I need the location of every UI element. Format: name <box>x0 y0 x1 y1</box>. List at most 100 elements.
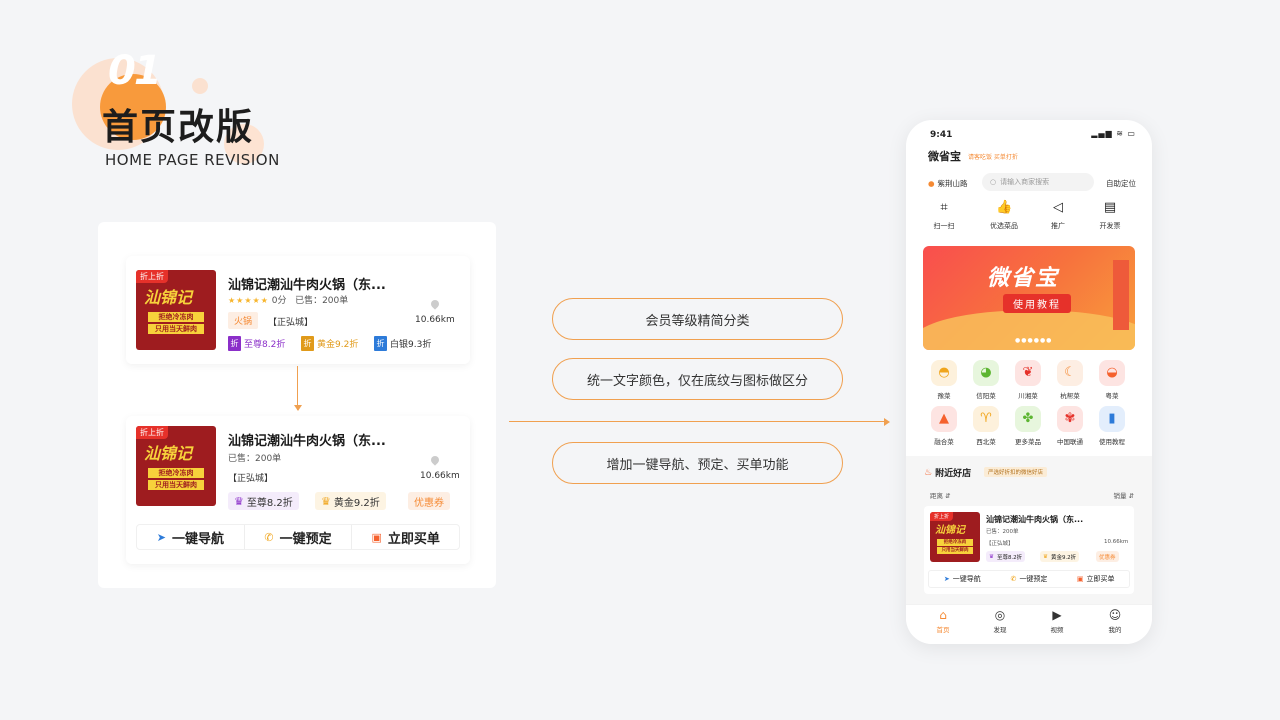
down-arrow-icon <box>294 405 302 411</box>
promo-tag: 折上折 <box>136 426 168 439</box>
tab-profile[interactable]: ☺ 我的 <box>1100 608 1130 634</box>
store-name: 汕锦记潮汕牛肉火锅（东... <box>228 434 386 449</box>
category-item[interactable]: ♈ 西北菜 <box>966 406 1006 446</box>
store-card-before[interactable]: 折上折 汕锦记 拒绝冷冻肉 只用当天鲜肉 汕锦记潮汕牛肉火锅（东... ★★★★… <box>126 256 470 364</box>
gold-label: 黄金9.2折 <box>1050 554 1077 561</box>
store-thumbnail: 折上折 汕锦记 拒绝冷冻肉 只用当天鲜肉 <box>930 512 980 562</box>
distance: 10.66km <box>1104 539 1129 545</box>
search-input[interactable]: ○ 请输入商家搜索 <box>982 173 1094 191</box>
quick-label: 优选菜品 <box>990 222 1018 230</box>
promo-banner[interactable]: 微省宝 使用教程 ●●●●●● <box>923 246 1135 350</box>
quick-action-row: ➤ 一键导航 ✆ 一键预定 ▣ 立即买单 <box>136 524 460 550</box>
category-item[interactable]: ❦ 川湘菜 <box>1008 360 1048 400</box>
search-icon: ○ <box>990 178 997 186</box>
category-label: 信阳菜 <box>976 392 996 400</box>
book-label: 一键预定 <box>1019 575 1048 583</box>
navigate-button[interactable]: ➤ 一键导航 <box>929 571 996 587</box>
page-subtitle: HOME PAGE REVISION <box>105 151 280 169</box>
category-label: 杭帮菜 <box>1060 392 1080 400</box>
store-thumbnail: 折上折 汕锦记 拒绝冷冻肉 只用当天鲜肉 <box>136 426 216 506</box>
category-label: 使用教程 <box>1099 438 1125 446</box>
category-item[interactable]: ◕ 信阳菜 <box>966 360 1006 400</box>
fire-icon: ♨ <box>924 467 933 478</box>
thumb-slogan-2: 只用当天鲜肉 <box>148 480 204 490</box>
down-connector <box>297 366 298 410</box>
thumb-slogan-1: 拒绝冷冻肉 <box>148 468 204 478</box>
nearby-store-card[interactable]: 折上折 汕锦记 拒绝冷冻肉 只用当天鲜肉 汕锦记潮汕牛肉火锅（东... 已售：2… <box>924 506 1134 594</box>
banner-pager: ●●●●●● <box>1015 337 1053 344</box>
chili-icon: ❦ <box>1015 360 1041 386</box>
store-name: 汕锦记潮汕牛肉火锅（东... <box>986 515 1084 524</box>
crown-icon: ♛ <box>321 494 331 508</box>
quick-scan[interactable]: ⌗ 扫一扫 <box>924 200 964 231</box>
vegetable-icon: ◕ <box>973 360 999 386</box>
app-slogan: 请客吃饭 买单打折 <box>968 154 1018 161</box>
category-tag: 火锅 <box>228 312 259 329</box>
status-icons: ▂▄▆ ≋ ▭ <box>1091 129 1136 138</box>
discount-icon: 折 <box>374 336 387 351</box>
category-item[interactable]: ☾ 杭帮菜 <box>1050 360 1090 400</box>
quick-dishes[interactable]: 👍 优选菜品 <box>984 200 1024 231</box>
auto-locate-button[interactable]: 自助定位 <box>1106 178 1136 189</box>
sort-sales[interactable]: 销量 ⇵ <box>1113 490 1134 500</box>
tab-home[interactable]: ⌂ 首页 <box>928 608 958 634</box>
quick-invoice[interactable]: ▤ 开发票 <box>1090 200 1130 231</box>
navigate-button[interactable]: ➤ 一键导航 <box>137 525 245 549</box>
crown-icon: ♛ <box>234 494 244 508</box>
store-area: 【正弘城】 <box>228 474 274 484</box>
category-item[interactable]: ✾ 中国联通 <box>1050 406 1090 446</box>
banner-cloud <box>923 310 1135 350</box>
book-button[interactable]: ✆ 一键预定 <box>996 571 1063 587</box>
pay-button[interactable]: ▣ 立即买单 <box>1062 571 1129 587</box>
category-label: 西北菜 <box>976 438 996 446</box>
pay-button[interactable]: ▣ 立即买单 <box>352 525 459 549</box>
wallet-icon: ▣ <box>1076 575 1084 583</box>
category-label: 更多菜品 <box>1015 438 1041 446</box>
location-label: 紫荆山路 <box>937 179 968 188</box>
coupon-badge[interactable]: 优惠券 <box>408 492 450 510</box>
profile-icon: ☺ <box>1108 608 1122 622</box>
gold-badge: ♛ 黄金9.2折 <box>315 492 386 510</box>
discount-gold: 折 黄金9.2折 <box>301 336 358 351</box>
megaphone-icon: ◁ <box>1053 200 1063 215</box>
book-label: 一键预定 <box>279 531 332 547</box>
navigate-label: 一键导航 <box>171 531 224 547</box>
category-item[interactable]: ▮ 使用教程 <box>1092 406 1132 446</box>
discount-label: 黄金9.2折 <box>317 340 359 350</box>
dish-icon: ▲ <box>931 406 957 432</box>
ram-icon: ♈ <box>973 406 999 432</box>
banner-button[interactable]: 使用教程 <box>1003 294 1071 313</box>
tab-video[interactable]: ▶ 视频 <box>1042 608 1072 634</box>
compass-icon: ◎ <box>994 608 1006 622</box>
search-placeholder: 请输入商家搜索 <box>1000 178 1050 186</box>
quick-promote[interactable]: ◁ 推广 <box>1038 200 1078 231</box>
nearby-title: ♨ 附近好店 <box>924 466 972 480</box>
phone-mockup: 9:41 ▂▄▆ ≋ ▭ 微省宝 请客吃饭 买单打折 ● 紫荆山路 ○ 请输入商… <box>906 120 1152 644</box>
category-item[interactable]: ◒ 粤菜 <box>1092 360 1132 400</box>
nearby-title-label: 附近好店 <box>935 469 972 479</box>
phone-icon: ✆ <box>1010 575 1017 583</box>
location-selector[interactable]: ● 紫荆山路 <box>928 178 968 189</box>
crown-icon: ♛ <box>989 553 994 560</box>
quick-label: 开发票 <box>1099 222 1121 230</box>
category-item[interactable]: ◓ 豫菜 <box>924 360 964 400</box>
thumb-slogan-1: 拒绝冷冻肉 <box>148 312 204 322</box>
section-number: 01 <box>108 48 162 94</box>
category-label: 粤菜 <box>1105 392 1119 400</box>
navigation-icon: ➤ <box>943 575 950 583</box>
unicom-icon: ✾ <box>1057 406 1083 432</box>
tab-discover[interactable]: ◎ 发现 <box>985 608 1015 634</box>
category-label: 中国联通 <box>1057 438 1083 446</box>
category-item[interactable]: ✤ 更多菜品 <box>1008 406 1048 446</box>
discount-label: 至尊8.2折 <box>244 340 286 350</box>
book-button[interactable]: ✆ 一键预定 <box>245 525 353 549</box>
store-brand: 汕锦记 <box>144 288 193 307</box>
sort-distance[interactable]: 距离 ⇵ <box>930 490 951 500</box>
nearby-tag: 严选好折扣的微信好店 <box>984 467 1048 477</box>
clover-icon: ✤ <box>1015 406 1041 432</box>
category-item[interactable]: ▲ 融合菜 <box>924 406 964 446</box>
coupon-badge[interactable]: 优惠券 <box>1096 551 1119 562</box>
discount-icon: 折 <box>228 336 241 351</box>
navigation-icon: ➤ <box>156 530 166 544</box>
pay-label: 立即买单 <box>1086 575 1115 583</box>
